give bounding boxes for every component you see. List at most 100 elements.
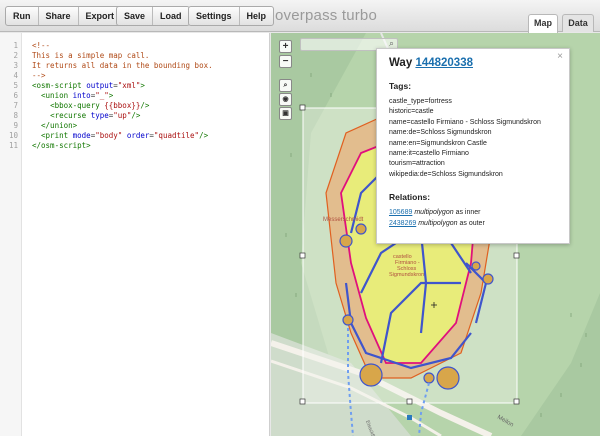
code-line[interactable]: <print mode="body" order="quadtile"/> bbox=[32, 131, 208, 141]
code-token: <union bbox=[41, 91, 73, 100]
relation-role: as outer bbox=[459, 219, 485, 227]
relation-link[interactable]: 2438269 bbox=[389, 220, 416, 227]
code-token: > bbox=[108, 91, 114, 100]
code-token: /> bbox=[199, 131, 209, 140]
code-token: into bbox=[72, 91, 91, 100]
line-number: 3 bbox=[13, 61, 18, 70]
line-number: 5 bbox=[13, 81, 18, 90]
code-token: "xml" bbox=[117, 81, 141, 90]
code-token: mode bbox=[72, 131, 91, 140]
tag-line: castle_type=fortress bbox=[389, 98, 452, 105]
share-button[interactable]: Share bbox=[39, 7, 79, 25]
zoom-out-button[interactable]: − bbox=[279, 55, 292, 68]
file-button-group: Run Share Export bbox=[5, 6, 123, 26]
code-token: This is a simple map call. bbox=[32, 51, 150, 60]
line-number: 4 bbox=[13, 71, 18, 80]
code-token: <!-- bbox=[32, 41, 51, 50]
tab-map[interactable]: Map bbox=[528, 14, 558, 33]
code-token: <print bbox=[41, 131, 73, 140]
line-number: 8 bbox=[13, 111, 18, 120]
map-label-castle-4: Sigmundskron bbox=[389, 272, 424, 278]
code-line[interactable]: <osm-script output="xml"> bbox=[32, 81, 145, 91]
line-number-gutter: 1 2 3 4 5 6 7 8 9 10 11 bbox=[0, 33, 22, 436]
line-number: 10 bbox=[8, 131, 18, 140]
relation-type: multipolygon bbox=[418, 219, 458, 227]
zoom-in-button[interactable]: + bbox=[279, 40, 292, 53]
search-location-button[interactable]: ⌕ bbox=[279, 79, 292, 92]
popup-kind: Way bbox=[389, 57, 413, 69]
code-line[interactable]: <union into="_"> bbox=[32, 91, 113, 101]
storage-button-group: Save Load bbox=[116, 6, 190, 26]
relation-type: multipolygon bbox=[414, 209, 454, 217]
app-title: overpass turbo bbox=[275, 7, 378, 24]
code-token: > bbox=[140, 81, 145, 90]
popup-title: Way 144820338 bbox=[389, 57, 557, 69]
code-line[interactable]: <!-- bbox=[32, 41, 50, 51]
load-button[interactable]: Load bbox=[153, 7, 189, 25]
tag-line: tourism=attraction bbox=[389, 160, 445, 168]
tag-line: name=castello Firmiano - Schloss Sigmund… bbox=[389, 118, 541, 126]
map-label-messe: Messerschmidt bbox=[323, 217, 364, 223]
popup-close-button[interactable]: × bbox=[557, 51, 563, 62]
code-token: </osm-script> bbox=[32, 141, 91, 150]
relations-heading: Relations: bbox=[389, 192, 431, 203]
tag-line: historic=castle bbox=[389, 108, 434, 116]
code-line[interactable]: <bbox-query {{bbox}}/> bbox=[32, 101, 149, 111]
code-line[interactable]: --> bbox=[32, 71, 46, 81]
settings-button-group: Settings Help bbox=[188, 6, 275, 26]
popup-way-id-link[interactable]: 144820338 bbox=[415, 57, 473, 69]
code-line[interactable]: </osm-script> bbox=[32, 141, 91, 151]
code-editor[interactable]: 1 2 3 4 5 6 7 8 9 10 11 <!-- This is a simple map c… bbox=[0, 33, 270, 436]
line-number: 6 bbox=[13, 91, 18, 100]
relation-list: 105689 multipolygon as inner 2438269 mult… bbox=[389, 208, 557, 229]
code-token: </union> bbox=[41, 121, 78, 130]
code-token: "up" bbox=[113, 111, 132, 120]
code-line[interactable]: This is a simple map call. bbox=[32, 51, 149, 61]
line-number: 2 bbox=[13, 51, 18, 60]
relation-line: 105689 multipolygon as inner bbox=[389, 208, 557, 218]
settings-button[interactable]: Settings bbox=[189, 7, 240, 25]
toolbar: Run Share Export Save Load Settings Help… bbox=[0, 0, 600, 33]
location-marker[interactable] bbox=[407, 415, 412, 420]
code-token: output bbox=[86, 81, 114, 90]
code-token: <osm-script bbox=[32, 81, 87, 90]
tag-line: name:en=Sigmundskron Castle bbox=[389, 139, 487, 147]
target-icon: ◉ bbox=[282, 96, 289, 103]
code-line[interactable]: It returns all data in the bounding box. bbox=[32, 61, 213, 71]
code-token: /> bbox=[131, 111, 141, 120]
locate-button[interactable]: ◉ bbox=[279, 93, 292, 106]
relation-role: as inner bbox=[455, 209, 481, 217]
save-button[interactable]: Save bbox=[117, 7, 154, 25]
code-token: /> bbox=[140, 101, 150, 110]
code-token: <recurse bbox=[50, 111, 91, 120]
relation-link[interactable]: 105689 bbox=[389, 209, 412, 216]
feature-popup: × Way 144820338 Tags: castle_type=fortre… bbox=[376, 48, 570, 244]
fit-data-button[interactable]: ▣ bbox=[279, 107, 292, 120]
line-number: 1 bbox=[13, 41, 18, 50]
code-token: --> bbox=[32, 71, 46, 80]
magnifier-icon: ⌕ bbox=[283, 82, 288, 89]
code-token: order bbox=[126, 131, 150, 140]
fit-bounds-icon: ▣ bbox=[282, 110, 289, 117]
code-line[interactable]: </union> bbox=[32, 121, 77, 131]
code-token: It returns all data in the bounding box. bbox=[32, 61, 213, 70]
tab-data[interactable]: Data bbox=[562, 14, 594, 32]
code-token: "body" bbox=[95, 131, 123, 140]
export-button[interactable]: Export bbox=[79, 7, 122, 25]
tag-list: castle_type=fortress historic=castle name=… bbox=[389, 97, 557, 180]
relation-line: 2438269 multipolygon as outer bbox=[389, 219, 557, 229]
run-button[interactable]: Run bbox=[6, 7, 39, 25]
code-token: "_" bbox=[95, 91, 109, 100]
tags-heading: Tags: bbox=[389, 81, 412, 91]
line-number: 7 bbox=[13, 101, 18, 110]
code-token: <bbox-query bbox=[50, 101, 105, 110]
code-token: "quadtile" bbox=[153, 131, 200, 140]
tag-line: wikipedia:de=Schloss Sigmundskron bbox=[389, 170, 503, 178]
help-button[interactable]: Help bbox=[240, 7, 274, 25]
code-line[interactable]: <recurse type="up"/> bbox=[32, 111, 140, 121]
code-token: type bbox=[90, 111, 109, 120]
